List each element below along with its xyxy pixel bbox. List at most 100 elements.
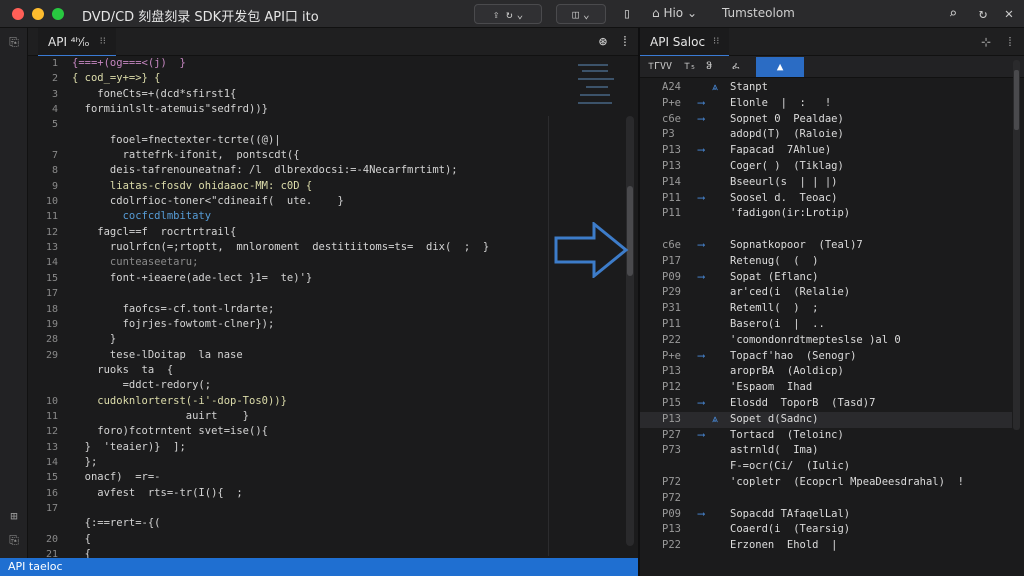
code-line[interactable]: }; [72,455,552,470]
close-tab-icon[interactable]: ⁝⁝ [100,36,106,47]
tree-row[interactable]: P27 ⟶ Tortacd (Teloinc) [640,428,1012,444]
more-actions-icon[interactable]: ⁞ [616,33,634,51]
code-line[interactable]: } 'teaier)} ]; [72,440,552,455]
code-area[interactable]: {===+(og===<(j) }{ cod_=y+=>} { foneCts=… [72,56,552,560]
code-line[interactable] [72,286,552,301]
share-button[interactable]: ⇪ ↻ ⌄ [474,4,542,24]
code-line[interactable]: { [72,532,552,547]
tree-row[interactable]: c6e ⟶ Sopnatkopoor (Teal)7 [640,238,1012,254]
split-panel-icon[interactable]: ⊹ [978,34,994,50]
panel-tab[interactable]: API Saloc ⁝⁝ [640,28,730,56]
code-line[interactable]: rattefrk-ifonit, pontscdt({ [72,148,552,163]
code-line[interactable]: cdolrfioc-toner<"cdineaif( ute. } [72,194,552,209]
arrow-icon: ⟶ [698,191,705,204]
activity-bar: ⎘ ⊞ ⎘ [0,28,28,558]
row-label: Elosdd ToporB (Tasd)7 [730,397,876,409]
explorer-icon[interactable]: ⎘ [6,34,22,50]
more-actions-icon[interactable]: ⁞ [1002,34,1018,50]
tree-row[interactable]: P73 astrnld( Ima) [640,443,1012,459]
code-line[interactable]: fooel=fnectexter-tcrte((@)| [72,133,552,148]
code-line[interactable]: fagcl==f rocrtrtrail{ [72,225,552,240]
tree-row[interactable]: P13 aroprBA (Aoldicp) [640,364,1012,380]
panel-tab-title[interactable]: Tumsteolom [722,6,795,20]
close-tab-icon[interactable]: ⁝⁝ [713,36,719,47]
minimize-window-button[interactable] [32,8,44,20]
tree-row[interactable]: P09 ⟶ Sopat (Eflanc) [640,270,1012,286]
code-line[interactable]: { cod_=y+=>} { [72,71,552,86]
layout-icon[interactable]: ⊞ [6,508,22,524]
toolbar-item-tag[interactable]: ፈ [732,59,740,75]
code-line[interactable]: deis-tafrenouneatnaf: /l dlbrexdocsi:=-4… [72,163,552,178]
tree-row[interactable]: P11 ⟶ Soosel d. Teoac) [640,191,1012,207]
tree-row[interactable]: P+e ⟶ Topacf'hao (Senogr) [640,349,1012,365]
close-window-button[interactable] [12,8,24,20]
code-line[interactable]: foneCts=+(dcd*sfirst1{ [72,87,552,102]
pointer-tool-button[interactable]: ▲ [756,57,804,77]
code-line[interactable]: tese-lDoitap la nase [72,348,552,363]
split-editor-icon[interactable]: ⊛ [594,33,612,51]
tree-row[interactable]: P29 ar'ced(i (Relalie) [640,285,1012,301]
code-line[interactable]: avfest rts=-tr(I(){ ; [72,486,552,501]
refresh-icon[interactable]: ↻ [974,5,992,23]
minimap[interactable] [568,56,624,116]
panel-scroll-thumb[interactable] [1014,70,1019,130]
code-line[interactable]: ruolrfcn(=;rtoptt, mnloroment destitiito… [72,240,552,255]
code-line[interactable]: cocfcdlmbitaty [72,209,552,224]
tree-row[interactable]: P13 Coger( ) (Tiklag) [640,159,1012,175]
toolbar-item-group[interactable]: ჵ [706,59,712,75]
editor-tab[interactable]: API ⁴ʰ⁄ᵢₒ ⁝⁝ [38,28,116,56]
settings-icon[interactable]: ⎘ [6,532,22,548]
code-line[interactable]: faofcs=-cf.tont-lrdarte; [72,302,552,317]
panel-scrollbar[interactable] [1013,60,1020,430]
tree-row[interactable]: P13 Coaerd(i (Tearsig) [640,522,1012,538]
tree-row[interactable]: P3 adopd(T) (Raloie) [640,127,1012,143]
code-line[interactable]: fojrjes-fowtomt-clner}); [72,317,552,332]
view-button[interactable]: ◫ ⌄ [556,4,606,24]
tree-row[interactable]: P72 [640,491,1012,507]
code-line[interactable]: cudoknlorterst(-i'-dop-Tos0))} [72,394,552,409]
code-line[interactable]: {:==rert=-{( [72,516,552,531]
line-number: 11 [45,410,58,422]
code-line[interactable]: foro)fcotrntent svet=ise(){ [72,424,552,439]
code-line[interactable]: =ddct-redory(; [72,378,552,393]
editor-scrollbar[interactable] [626,116,634,546]
tree-row[interactable]: P13 ⟶ Fapacad 7Ahlue) [640,143,1012,159]
code-line[interactable]: formiinlslt-atemuis"sedfrd))} [72,102,552,117]
tree-row[interactable]: P14 Bseeurl(s | | |) [640,175,1012,191]
close-panel-icon[interactable]: ✕ [1000,5,1018,23]
toolbar-item-filter[interactable]: ⊤ΓVV [648,59,672,75]
search-icon[interactable]: ⌕ [944,5,962,23]
code-line[interactable]: } [72,332,552,347]
tree-row[interactable]: P31 Retemll( ) ; [640,301,1012,317]
tree-row[interactable]: P22 Erzonen Ehold | [640,538,1012,554]
code-line[interactable]: onacf) =r=- [72,470,552,485]
code-line[interactable] [72,117,552,132]
tree-row[interactable]: c6e ⟶ Sopnet 0 Pealdae) [640,112,1012,128]
code-line[interactable]: {===+(og===<(j) } [72,56,552,71]
panel-tab-hio[interactable]: ⌂ Hio ⌄ [652,6,697,20]
maximize-window-button[interactable] [52,8,64,20]
code-line[interactable]: liatas-cfosdv ohidaaoc-MM: c0D { [72,179,552,194]
tree-row[interactable]: P+e ⟶ Elonle | : ! [640,96,1012,112]
code-line[interactable]: auirt } [72,409,552,424]
tree-row[interactable]: P72 'copletr (Ecopcrl MpeaDeesdrahal) ! [640,475,1012,491]
code-line[interactable]: font-+ieaere(ade-lect }1= te)'} [72,271,552,286]
tree-row[interactable]: P22 'comondonrdtmepteslse )al 0 [640,333,1012,349]
tree-row[interactable]: P11 'fadigon(ir:Lrotip) [640,206,1012,222]
tree-row[interactable]: P09 ⟶ Sopacdd TAfaqelLal) [640,507,1012,523]
tree-row[interactable] [640,222,1012,238]
tree-row[interactable]: F-=ocr(Ci/ (Iulic) [640,459,1012,475]
tree-row[interactable]: P11 Basero(i | .. [640,317,1012,333]
tree-row[interactable]: P13 ⩓ Sopet d(Sadnc) [640,411,1012,428]
tree-row[interactable]: P17 Retenug( ( ) [640,254,1012,270]
sidebar-toggle-icon[interactable]: ▯ [618,5,636,23]
code-line[interactable]: cunteaseetaru; [72,255,552,270]
tree-row[interactable]: P15 ⟶ Elosdd ToporB (Tasd)7 [640,396,1012,412]
code-line[interactable]: ruoks ta { [72,363,552,378]
tree-row[interactable]: P12 'Espaom Ihad [640,380,1012,396]
tree-row[interactable]: A24 ⩓ Stanpt [640,80,1012,96]
code-editor[interactable]: 1 2 3 4 5 7 8 9 10 11 12 13 14 15 17 18 19 28 29 10 11 12 13 14… [28,56,638,575]
code-line[interactable] [72,501,552,516]
api-tree-list[interactable]: A24 ⩓ Stanpt P+e ⟶ Elonle | : ! c6e ⟶ Sopnet 0 P… [640,78,1024,558]
toolbar-item-sort[interactable]: ⊤₅ [684,59,696,75]
